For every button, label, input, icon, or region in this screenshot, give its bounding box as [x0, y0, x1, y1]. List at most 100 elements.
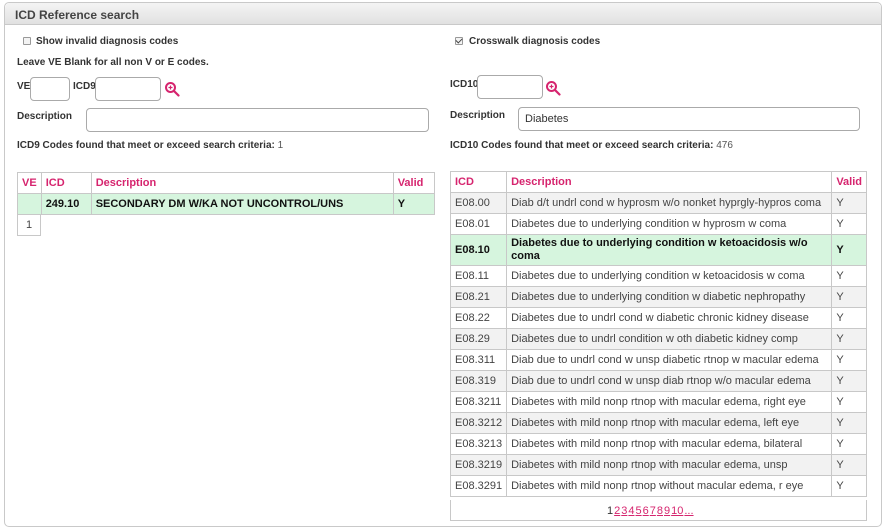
- cell-ve: [17, 193, 42, 215]
- icd9-input[interactable]: [95, 77, 161, 101]
- table-row[interactable]: E08.00 Diab d/t undrl cond w hyprosm w/o …: [449, 192, 867, 214]
- cell-valid: Y: [831, 391, 867, 413]
- pager-link[interactable]: ...: [684, 505, 693, 517]
- icd10-pager: 12345678910...: [607, 505, 694, 517]
- pager-current: 1: [25, 219, 33, 231]
- cell-description: Diabetes due to underlying condition w h…: [506, 213, 833, 235]
- table-row[interactable]: E08.311 Diab due to undrl cond w unsp dia…: [449, 349, 867, 371]
- icd10-found-label: ICD10 Codes found that meet or exceed se…: [450, 140, 714, 151]
- table-row[interactable]: E08.01 Diabetes due to underlying conditi…: [449, 213, 867, 235]
- cell-description: Diabetes due to undrl condition w oth di…: [506, 328, 833, 350]
- cell-icd: E08.3291: [449, 475, 508, 497]
- icd10-found-count: ICD10 Codes found that meet or exceed se…: [450, 140, 733, 151]
- table-row[interactable]: E08.3211 Diabetes with mild nonp rtnop wi…: [449, 391, 867, 413]
- search-icon[interactable]: [545, 80, 561, 96]
- cell-description: Diabetes with mild nonp rtnop with macul…: [506, 391, 833, 413]
- column-header-icd[interactable]: ICD: [449, 171, 508, 193]
- ve-hint-text: Leave VE Blank for all non V or E codes.: [17, 57, 209, 68]
- column-header-ve[interactable]: VE: [17, 172, 42, 194]
- cell-valid: Y: [831, 475, 867, 497]
- cell-description: SECONDARY DM W/KA NOT UNCONTROL/UNS: [90, 193, 394, 215]
- cell-description: Diab d/t undrl cond w hyprosm w/o nonket…: [506, 192, 833, 214]
- cell-icd: E08.22: [449, 307, 508, 329]
- icd9-found-number: 1: [277, 140, 284, 151]
- pager-link[interactable]: 5: [636, 505, 642, 517]
- icd9-label: ICD9: [73, 81, 96, 92]
- cell-icd: 249.10: [40, 193, 92, 215]
- table-row[interactable]: E08.11 Diabetes due to underlying conditi…: [449, 265, 867, 287]
- cell-valid: Y: [392, 193, 436, 215]
- table-row[interactable]: E08.3219 Diabetes with mild nonp rtnop wi…: [449, 454, 867, 476]
- pager-link[interactable]: 6: [643, 505, 649, 517]
- cell-description: Diabetes due to underlying condition w d…: [506, 286, 833, 308]
- column-header-valid[interactable]: Valid: [392, 172, 436, 194]
- pager-link[interactable]: 9: [664, 505, 670, 517]
- pager-link[interactable]: 2: [614, 505, 620, 517]
- icd9-found-label: ICD9 Codes found that meet or exceed sea…: [17, 140, 275, 151]
- cell-description: Diabetes due to undrl cond w diabetic ch…: [506, 307, 833, 329]
- cell-valid: Y: [831, 234, 867, 266]
- cell-icd: E08.10: [449, 234, 508, 266]
- description-label-right: Description: [450, 110, 506, 121]
- pager-link[interactable]: 10: [671, 505, 683, 517]
- cell-icd: E08.21: [449, 286, 508, 308]
- cell-icd: E08.311: [449, 349, 508, 371]
- table-row[interactable]: E08.3212 Diabetes with mild nonp rtnop wi…: [449, 412, 867, 434]
- cell-valid: Y: [831, 349, 867, 371]
- icd10-label: ICD10: [450, 79, 479, 90]
- cell-icd: E08.3213: [449, 433, 508, 455]
- cell-valid: Y: [831, 433, 867, 455]
- cell-valid: Y: [831, 412, 867, 434]
- table-row[interactable]: 249.10 SECONDARY DM W/KA NOT UNCONTROL/U…: [17, 193, 436, 215]
- table-row[interactable]: E08.10 Diabetes due to underlying conditi…: [449, 234, 867, 266]
- crosswalk-checkbox[interactable]: [455, 37, 463, 45]
- cell-valid: Y: [831, 454, 867, 476]
- panel-title: ICD Reference search: [5, 3, 881, 25]
- table-row[interactable]: E08.3291 Diabetes with mild nonp rtnop wi…: [449, 475, 867, 497]
- search-icon[interactable]: [164, 81, 180, 97]
- pager-link[interactable]: 3: [621, 505, 627, 517]
- table-row[interactable]: E08.21 Diabetes due to underlying conditi…: [449, 286, 867, 308]
- icd9-pager: 1: [17, 214, 41, 236]
- column-header-description[interactable]: Description: [90, 172, 394, 194]
- cell-description: Diabetes due to underlying condition w k…: [506, 265, 833, 287]
- pager-link[interactable]: 8: [657, 505, 663, 517]
- cell-icd: E08.3219: [449, 454, 508, 476]
- description-input-left[interactable]: [86, 108, 429, 132]
- table-row[interactable]: E08.22 Diabetes due to undrl cond w diabe…: [449, 307, 867, 329]
- table-row[interactable]: E08.3213 Diabetes with mild nonp rtnop wi…: [449, 433, 867, 455]
- table-row[interactable]: E08.29 Diabetes due to undrl condition w …: [449, 328, 867, 350]
- cell-icd: E08.29: [449, 328, 508, 350]
- cell-description: Diabetes with mild nonp rtnop with macul…: [506, 433, 833, 455]
- column-header-description[interactable]: Description: [506, 171, 833, 193]
- icd9-found-count: ICD9 Codes found that meet or exceed sea…: [17, 140, 283, 151]
- crosswalk-label: Crosswalk diagnosis codes: [469, 36, 601, 47]
- icd10-found-number: 476: [716, 140, 733, 151]
- table-row[interactable]: E08.319 Diab due to undrl cond w unsp dia…: [449, 370, 867, 392]
- cell-description: Diabetes due to underlying condition w k…: [506, 234, 833, 266]
- icd10-input[interactable]: [477, 75, 543, 99]
- column-header-icd[interactable]: ICD: [40, 172, 92, 194]
- cell-icd: E08.01: [449, 213, 508, 235]
- cell-icd: E08.319: [449, 370, 508, 392]
- cell-description: Diabetes with mild nonp rtnop with macul…: [506, 454, 833, 476]
- description-label-left: Description: [17, 111, 73, 122]
- cell-valid: Y: [831, 192, 867, 214]
- icd9-results-table: VE ICD Description Valid 249.10 SECONDAR…: [17, 172, 436, 215]
- cell-icd: E08.11: [449, 265, 508, 287]
- cell-valid: Y: [831, 370, 867, 392]
- description-input-right[interactable]: [518, 107, 860, 131]
- pager-link[interactable]: 4: [628, 505, 634, 517]
- column-header-valid[interactable]: Valid: [831, 171, 867, 193]
- show-invalid-checkbox[interactable]: [23, 37, 31, 45]
- pager-link[interactable]: 7: [650, 505, 656, 517]
- ve-input[interactable]: [30, 77, 70, 101]
- ve-label: VE: [17, 81, 31, 92]
- icd10-results-table: ICD Description Valid E08.00 Diab d/t und…: [449, 171, 867, 497]
- cell-valid: Y: [831, 307, 867, 329]
- cell-description: Diabetes with mild nonp rtnop without ma…: [506, 475, 833, 497]
- cell-description: Diab due to undrl cond w unsp diab rtnop…: [506, 370, 833, 392]
- cell-valid: Y: [831, 213, 867, 235]
- cell-icd: E08.00: [449, 192, 508, 214]
- cell-valid: Y: [831, 265, 867, 287]
